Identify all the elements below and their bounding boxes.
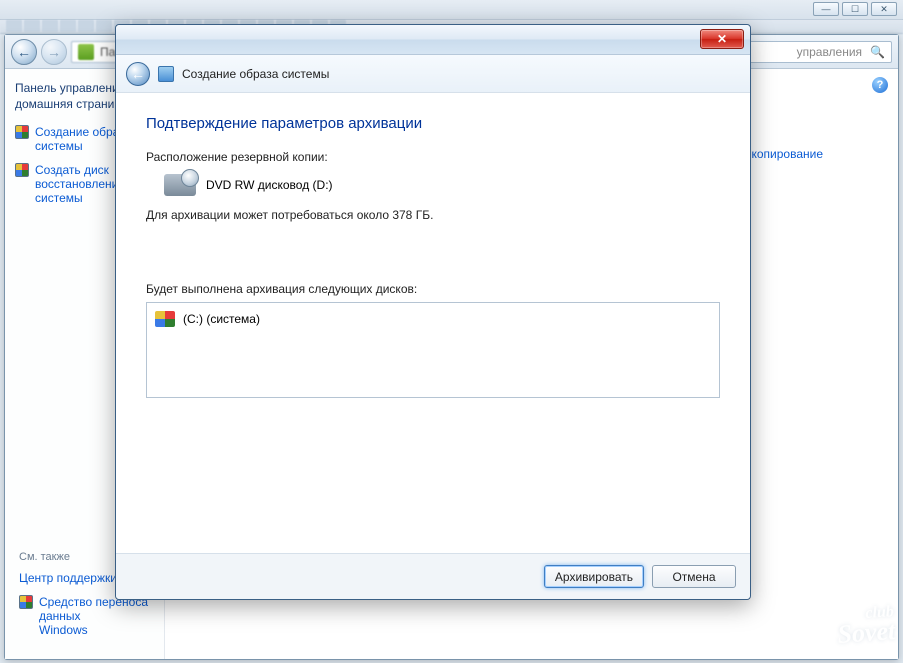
dialog-title: Создание образа системы: [182, 67, 329, 81]
sidebar-link-easy-transfer[interactable]: Средство переноса данных Windows: [19, 595, 159, 637]
dvd-drive-icon: [164, 174, 196, 196]
backup-destination-row: DVD RW дисковод (D:): [164, 174, 720, 196]
backup-size-note: Для архивации может потребоваться около …: [146, 208, 720, 222]
dialog-back-button[interactable]: ←: [126, 62, 150, 86]
browser-chrome-top: — ☐ ✕: [0, 0, 903, 20]
dialog-close-button[interactable]: ✕: [700, 29, 744, 49]
shield-icon: [15, 163, 29, 177]
system-image-icon: [158, 66, 174, 82]
help-icon[interactable]: ?: [872, 77, 888, 93]
list-item: (C:) (система): [155, 311, 711, 327]
control-panel-icon: [78, 44, 94, 60]
sidebar-link-label: Средство переноса данных Windows: [39, 595, 159, 637]
sidebar-link-label: Центр поддержки: [19, 571, 117, 585]
disks-list-label: Будет выполнена архивация следующих диск…: [146, 282, 720, 296]
system-image-dialog: ✕ ← Создание образа системы Подтверждени…: [115, 24, 751, 600]
backup-location-label: Расположение резервной копии:: [146, 150, 720, 164]
nav-back-button[interactable]: ←: [11, 39, 37, 65]
dialog-footer: Архивировать Отмена: [116, 553, 750, 599]
window-minimize-button[interactable]: —: [813, 2, 839, 16]
shield-icon: [15, 125, 29, 139]
dialog-content: Подтверждение параметров архивации Распо…: [116, 93, 750, 553]
disks-list: (C:) (система): [146, 302, 720, 398]
dialog-header: ← Создание образа системы: [116, 55, 750, 93]
search-field[interactable]: управления 🔍: [742, 41, 892, 63]
search-icon: 🔍: [870, 45, 885, 59]
dialog-heading: Подтверждение параметров архивации: [146, 115, 720, 132]
dialog-titlebar[interactable]: ✕: [116, 25, 750, 55]
content-link-copy[interactable]: копирование: [751, 147, 823, 161]
cancel-button[interactable]: Отмена: [652, 565, 736, 588]
shield-icon: [19, 595, 33, 609]
archive-button[interactable]: Архивировать: [544, 565, 644, 588]
backup-destination-text: DVD RW дисковод (D:): [206, 178, 333, 192]
windows-flag-icon: [155, 311, 175, 327]
window-close-button[interactable]: ✕: [871, 2, 897, 16]
nav-forward-button[interactable]: →: [41, 39, 67, 65]
window-maximize-button[interactable]: ☐: [842, 2, 868, 16]
disk-item-label: (C:) (система): [183, 312, 260, 326]
search-text: управления: [797, 45, 862, 59]
